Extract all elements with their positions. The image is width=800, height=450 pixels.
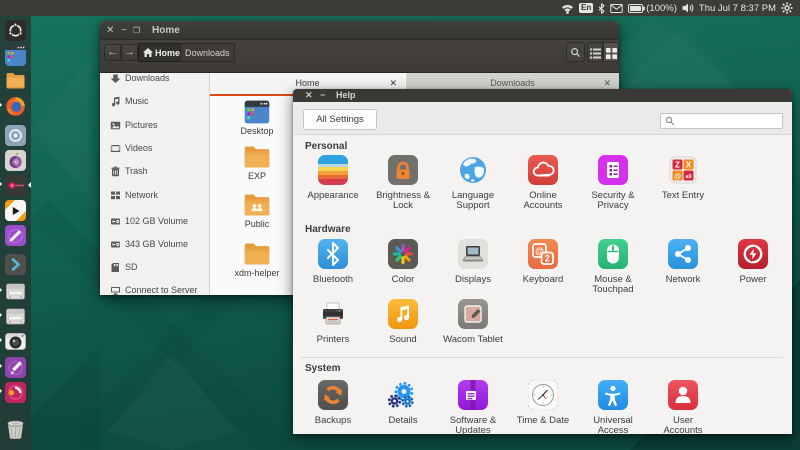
svg-text:2: 2 (545, 254, 550, 264)
svg-text:a9: a9 (685, 174, 691, 180)
svg-text:@: @ (674, 174, 681, 181)
svg-text:X: X (686, 161, 692, 170)
svg-text:Z: Z (675, 161, 680, 170)
